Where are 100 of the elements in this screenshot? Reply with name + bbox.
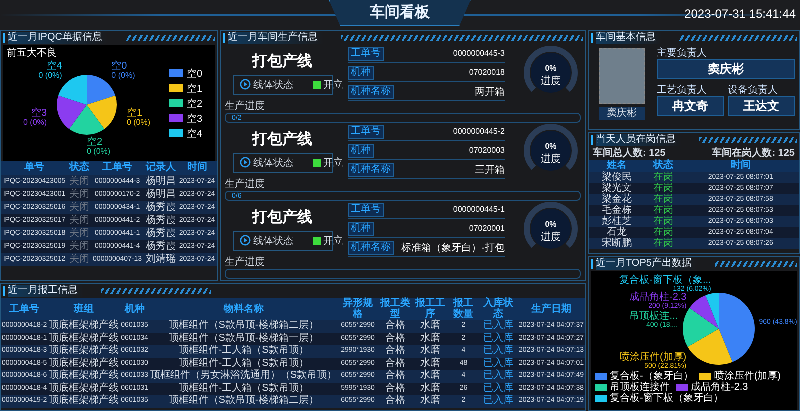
table-cell-text: 顶底框架梯产线 xyxy=(48,382,120,394)
table-cell: 合格 xyxy=(378,320,413,332)
legend-swatch xyxy=(169,69,183,77)
pie-slice xyxy=(57,96,87,130)
column-header: 姓名 xyxy=(589,160,645,172)
table-cell: 水磨 xyxy=(412,345,448,358)
table-cell: 在岗 xyxy=(644,227,683,238)
status-label: 线体状态 xyxy=(254,234,294,248)
table-cell: 水磨 xyxy=(412,320,448,332)
field-value: 0000000445-3 xyxy=(453,49,505,58)
field-value: 0000000445-2 xyxy=(453,127,505,136)
field-label: 机种 xyxy=(348,144,374,158)
table-cell-text: 顶底框架梯产线 xyxy=(48,358,120,370)
progress-label: 生产进度 xyxy=(225,179,266,190)
table-cell-text: 顶底框架梯产线 xyxy=(48,332,120,344)
table-cell: 石龙 xyxy=(589,227,645,238)
table-cell-text: 关闭 xyxy=(68,240,90,253)
gauge-reading: 0% xyxy=(545,142,557,151)
table-cell: 梁俊民 xyxy=(589,172,645,183)
count-label: 车间总人数: 125 xyxy=(593,147,666,160)
legend-label: 空3 xyxy=(187,114,203,125)
table-cell: 合格 xyxy=(378,370,413,382)
field-label: 机种名称 xyxy=(348,84,394,98)
table-cell-text: 关闭 xyxy=(68,201,90,214)
column-header: 工单号 xyxy=(1,298,48,320)
count-label: 车间在岗人数: 125 xyxy=(712,147,795,160)
legend-label: 空4 xyxy=(187,129,203,140)
table-cell: 在岗 xyxy=(644,172,683,183)
table-cell: 合格 xyxy=(378,395,413,408)
field-label: 机种 xyxy=(348,66,374,80)
slice-name-label: 复合板-窗下板（象... xyxy=(620,275,712,286)
table-cell: 梁金花 xyxy=(589,194,645,205)
legend-label: 空0 xyxy=(187,69,203,80)
table-cell-text: 杨秀霞 xyxy=(144,227,177,240)
gauge-label: 进度 xyxy=(541,76,561,87)
legend-label: 吊顶板连接件 xyxy=(610,382,670,393)
gauge-reading: 0% xyxy=(545,220,557,229)
pie-slice xyxy=(69,105,105,135)
table-cell: 水磨 xyxy=(412,370,448,382)
column-header: 记录人 xyxy=(144,161,178,175)
datetime-label: 2023-07-31 15:41:44 xyxy=(684,7,796,21)
legend-swatch xyxy=(676,384,688,391)
panel-title: 车间基本信息 xyxy=(596,32,662,44)
status-value: 开立 xyxy=(324,234,344,248)
table-cell: 顶框组件-工人箱（S款吊顶） xyxy=(149,358,338,370)
table-cell-text: 杨明昌 xyxy=(144,175,177,188)
field-value: 07020001 xyxy=(469,224,505,233)
progress-label: 生产进度 xyxy=(225,257,266,268)
column-header: 生产日期 xyxy=(518,298,585,320)
table-cell: 合格 xyxy=(378,358,413,370)
table-cell-text: 杨秀霞 xyxy=(144,214,177,227)
chart-title: 前五大不良 xyxy=(7,48,57,59)
table-cell: 已入库 xyxy=(479,370,518,382)
table-cell: 在岗 xyxy=(644,238,683,249)
legend-swatch xyxy=(169,99,183,107)
table-cell: 在岗 xyxy=(644,183,683,194)
legend-swatch xyxy=(699,373,712,380)
legend-swatch xyxy=(169,84,183,92)
table-cell: 已入库 xyxy=(479,345,518,358)
column-header: 机种 xyxy=(120,298,150,320)
play-icon xyxy=(240,79,251,90)
table-cell: 梁光文 xyxy=(589,183,645,194)
field-label: 工单号 xyxy=(348,202,384,216)
slice-name-label: 喷涂压件(加厚) xyxy=(620,352,687,363)
field-label: 机种名称 xyxy=(348,162,394,176)
table-cell: 已入库 xyxy=(479,358,518,370)
table-cell: 已入库 xyxy=(479,320,518,332)
column-header: 报工数量 xyxy=(448,298,480,320)
field-value: 07020003 xyxy=(469,146,505,155)
column-header: 工单号 xyxy=(90,161,144,175)
role-label: 工艺负责人 xyxy=(657,84,708,96)
progress-label: 生产进度 xyxy=(225,101,266,112)
table-cell: 顶框组件-工人箱（S款吊顶） xyxy=(149,345,338,358)
status-value: 开立 xyxy=(324,156,344,170)
gauge-label: 进度 xyxy=(541,232,561,243)
table-cell: 顶底框架梯产线 xyxy=(48,345,120,358)
column-header: 报工类型 xyxy=(378,298,413,320)
slice-name-label: 吊顶板连... xyxy=(630,311,678,322)
table-cell: 水磨 xyxy=(412,382,448,395)
table-cell: 顶框组件（S款吊顶-楼梯箱二层） xyxy=(149,395,338,408)
legend-swatch xyxy=(169,114,183,122)
table-cell-text: 关闭 xyxy=(68,188,90,201)
table-cell: 顶底框架梯产线 xyxy=(48,320,120,332)
legend-swatch xyxy=(169,129,183,137)
table-cell: 合格 xyxy=(378,382,413,395)
column-header: 班组 xyxy=(48,298,120,320)
table-cell: 顶框组件（S款吊顶-楼梯箱二层） xyxy=(149,320,338,332)
field-value: 标准箱（象牙白）-打包 xyxy=(402,242,505,254)
table-cell-text: 杨明昌 xyxy=(144,188,177,201)
table-cell: 已入库 xyxy=(479,332,518,345)
column-header: 时间 xyxy=(178,161,217,175)
column-header: 入库状态 xyxy=(479,298,518,320)
gauge-label: 进度 xyxy=(541,154,561,165)
field-label: 机种 xyxy=(348,222,374,236)
legend-label: 喷涂压件(加厚) xyxy=(714,371,782,382)
slice-name-label: 成品角柱-2.3 xyxy=(630,292,687,303)
column-header: 报工工序 xyxy=(412,298,448,320)
legend-swatch xyxy=(595,373,607,380)
table-cell: 在岗 xyxy=(644,216,683,227)
legend-label: 复合板-窗下板（象牙白） xyxy=(610,393,724,404)
